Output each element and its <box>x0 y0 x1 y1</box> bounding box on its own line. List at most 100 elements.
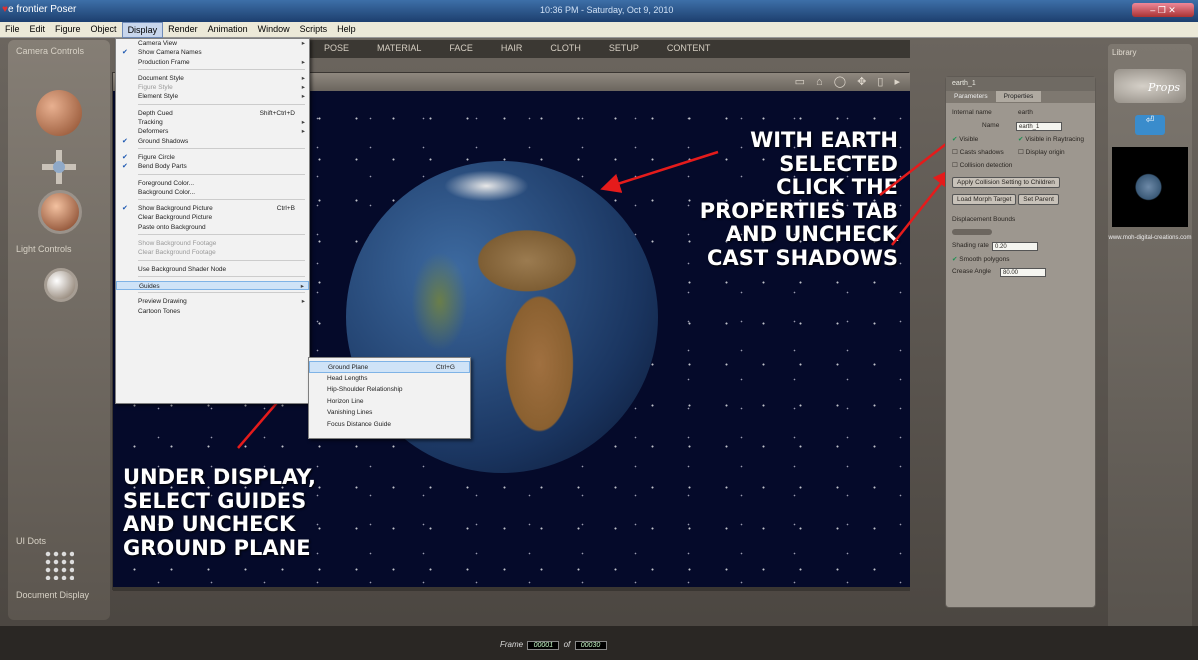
crease-angle-field[interactable]: 80.00 <box>1000 268 1046 277</box>
properties-body: Internal name earth Name earth_1 ✔ Visible… <box>946 103 1095 287</box>
properties-panel: earth_1 Parameters Properties Internal n… <box>945 76 1096 608</box>
internal-name-label: Internal name <box>952 109 992 116</box>
menu-item-background-color[interactable]: Background Color... <box>116 188 309 197</box>
menu-item-tracking[interactable]: Tracking ▸ <box>116 118 309 127</box>
menu-item-cartoon-tones[interactable]: Cartoon Tones <box>116 307 309 316</box>
menu-item-label: Show Camera Names <box>138 49 202 57</box>
menu-item-label: Tracking <box>138 119 163 127</box>
menu-item-label: Show Background Picture <box>138 205 213 213</box>
menu-item-show-background-picture[interactable]: ✔ Show Background Picture Ctrl+B <box>116 204 309 213</box>
displacement-slider[interactable] <box>952 229 992 235</box>
arrow-to-cast-shadows <box>891 168 954 246</box>
menu-item-label: Clear Background Footage <box>138 249 216 257</box>
menu-item-label: Cartoon Tones <box>138 307 181 315</box>
menu-item-label: Vanishing Lines <box>327 409 373 416</box>
menu-item-head-lengths[interactable]: Head Lengths <box>309 373 470 385</box>
thumbnail-caption: www.moh-digital-creations.com <box>1108 235 1192 241</box>
raytracing-check-icon[interactable]: ✔ <box>1018 136 1023 143</box>
menu-item-show-camera-names[interactable]: ✔ Show Camera Names <box>116 48 309 57</box>
submenu-arrow-icon: ▸ <box>301 58 305 66</box>
menu-item-show-background-footage: Show Background Footage <box>116 239 309 248</box>
visible-check-icon[interactable]: ✔ <box>952 136 957 143</box>
menu-item-hip-shoulder-relationship[interactable]: Hip-Shoulder Relationship <box>309 384 470 396</box>
panel-header: earth_1 <box>946 77 1095 91</box>
collision-label: Collision detection <box>959 162 1013 169</box>
menu-item-ground-plane[interactable]: Ground Plane Ctrl+G <box>309 361 470 373</box>
library-panel: Library Props ⏎ www.moh-digital-creation… <box>1108 44 1192 634</box>
tab-parameters[interactable]: Parameters <box>946 91 996 102</box>
menu-item-production-frame[interactable]: Production Frame ▸ <box>116 58 309 67</box>
menu-item-clear-background-picture[interactable]: Clear Background Picture <box>116 213 309 222</box>
casts-shadows-checkbox[interactable]: ☐ <box>952 149 958 156</box>
menu-item-foreground-color[interactable]: Foreground Color... <box>116 179 309 188</box>
library-tab[interactable]: Library <box>1108 44 1192 61</box>
menu-item-label: Figure Style <box>138 84 173 92</box>
check-icon: ✔ <box>122 49 128 57</box>
menu-item-label: Element Style <box>138 93 179 101</box>
guides-submenu: Ground Plane Ctrl+G Head Lengths Hip-Should… <box>308 357 471 439</box>
menu-item-label: Clear Background Picture <box>138 214 213 222</box>
folder-up-icon[interactable]: ⏎ <box>1135 115 1165 135</box>
earth-thumbnail[interactable] <box>1112 147 1188 227</box>
display-origin-label: Display origin <box>1025 149 1065 156</box>
menu-item-label: Paste onto Background <box>138 223 206 231</box>
displacement-bounds-label: Displacement Bounds <box>952 216 1016 223</box>
casts-shadows-label: Casts shadows <box>959 149 1004 156</box>
menu-item-label: Show Background Footage <box>138 240 217 248</box>
menu-item-label: Figure Circle <box>138 153 175 161</box>
menu-item-bend-body-parts[interactable]: ✔ Bend Body Parts <box>116 162 309 171</box>
display-menu: Camera View ▸ ✔ Show Camera Names Production… <box>115 38 310 404</box>
menu-item-figure-circle[interactable]: ✔ Figure Circle <box>116 153 309 162</box>
menu-item-label: Head Lengths <box>327 374 368 382</box>
crease-angle-label: Crease Angle <box>952 268 992 275</box>
visible-label: Visible <box>959 136 979 143</box>
menu-item-guides[interactable]: Guides ▸ <box>116 280 309 291</box>
check-icon: ✔ <box>122 163 128 171</box>
submenu-arrow-icon: ▸ <box>301 119 305 127</box>
load-morph-button[interactable]: Load Morph Target <box>952 194 1017 205</box>
collision-checkbox[interactable]: ☐ <box>952 162 958 169</box>
tab-properties[interactable]: Properties <box>995 91 1042 102</box>
shading-rate-field[interactable]: 0.20 <box>992 242 1038 251</box>
submenu-arrow-icon: ▸ <box>301 93 305 101</box>
props-category-button[interactable]: Props <box>1114 69 1186 103</box>
menu-item-vanishing-lines[interactable]: Vanishing Lines <box>309 407 470 419</box>
menu-item-element-style[interactable]: Element Style ▸ <box>116 92 309 101</box>
current-frame-field[interactable]: 00001 <box>527 641 560 650</box>
of-label: of <box>563 640 571 649</box>
set-parent-button[interactable]: Set Parent <box>1018 194 1059 205</box>
menu-item-document-style[interactable]: Document Style ▸ <box>116 74 309 83</box>
submenu-arrow-icon: ▸ <box>301 84 305 92</box>
menu-item-clear-background-footage: Clear Background Footage <box>116 248 309 257</box>
display-origin-checkbox[interactable]: ☐ <box>1018 149 1024 156</box>
menu-item-label: Hip-Shoulder Relationship <box>327 386 403 393</box>
menu-item-label: Use Background Shader Node <box>138 265 227 273</box>
menu-item-paste-onto-background[interactable]: Paste onto Background <box>116 223 309 232</box>
submenu-arrow-icon: ▸ <box>301 40 305 47</box>
menu-item-label: Ground Shadows <box>138 137 189 145</box>
menu-item-use-background-shader-node[interactable]: Use Background Shader Node <box>116 265 309 274</box>
menu-item-label: Depth Cued <box>138 109 173 117</box>
total-frames-field[interactable]: 00030 <box>574 641 607 650</box>
check-icon: ✔ <box>122 153 128 161</box>
panel-tabs: Parameters Properties <box>946 91 1095 103</box>
apply-collision-button[interactable]: Apply Collision Setting to Children <box>952 177 1060 188</box>
menu-item-figure-style: Figure Style ▸ <box>116 83 309 92</box>
menu-item-label: Production Frame <box>138 58 190 66</box>
check-icon: ✔ <box>122 137 128 145</box>
menu-item-focus-distance-guide[interactable]: Focus Distance Guide <box>309 419 470 431</box>
menu-item-label: Horizon Line <box>327 397 364 405</box>
menu-item-label: Document Style <box>138 74 184 82</box>
menu-item-label: Deformers <box>138 128 169 136</box>
name-field[interactable]: earth_1 <box>1016 122 1062 131</box>
menu-item-depth-cued[interactable]: Depth Cued Shift+Ctrl+D <box>116 109 309 118</box>
menu-item-label: Bend Body Parts <box>138 163 187 171</box>
menu-item-deformers[interactable]: Deformers ▸ <box>116 127 309 136</box>
frame-label: Frame <box>500 640 524 649</box>
smooth-check-icon[interactable]: ✔ <box>952 256 957 263</box>
shortcut-label: Shift+Ctrl+D <box>259 109 295 117</box>
menu-item-horizon-line[interactable]: Horizon Line <box>309 396 470 408</box>
menu-item-camera-view[interactable]: Camera View ▸ <box>116 39 309 48</box>
menu-item-preview-drawing[interactable]: Preview Drawing ▸ <box>116 297 309 306</box>
menu-item-ground-shadows[interactable]: ✔ Ground Shadows <box>116 137 309 146</box>
